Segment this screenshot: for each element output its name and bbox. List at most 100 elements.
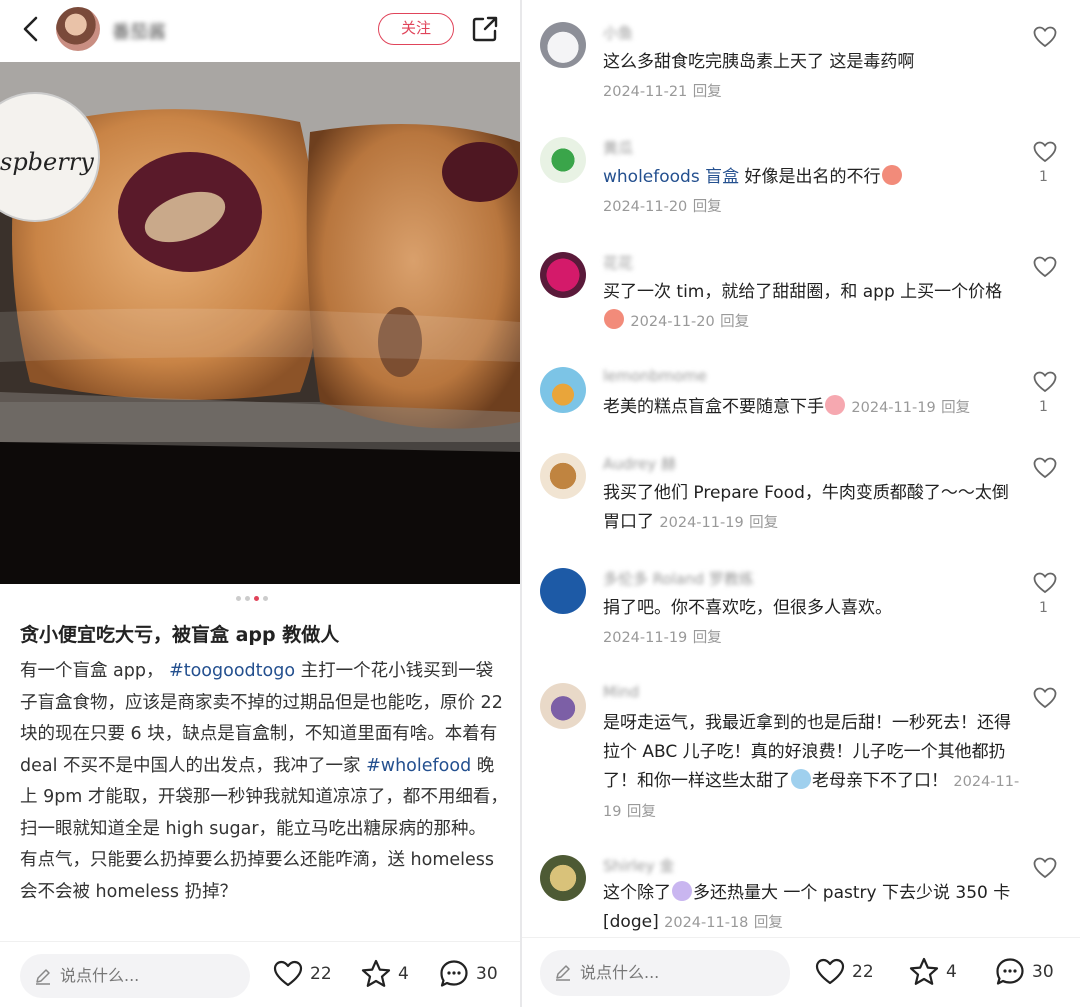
- commenter-name[interactable]: 小鱼: [603, 22, 633, 43]
- comment-date: 2024-11-20: [603, 199, 688, 215]
- comments-screen: 小鱼 这么多甜食吃完胰岛素上天了 这是毒药啊 2024-11-21 回复 黄瓜 …: [522, 0, 1080, 1007]
- like-button[interactable]: 22: [272, 958, 332, 990]
- reply-link[interactable]: 回复: [693, 84, 722, 100]
- commenter-avatar[interactable]: [540, 367, 586, 413]
- comment-text: 买了一次 tim，就给了甜甜圈，和 app 上买一个价格 2024-11-20 …: [603, 282, 1003, 330]
- comment-text: 是呀走运气，我最近拿到的也是后甜！一秒死去！还得拉个 ABC 儿子吃！真的好浪费…: [603, 713, 1020, 820]
- post-header: 番茄酱 关注: [0, 0, 520, 62]
- crying-emoji-icon: [791, 769, 811, 789]
- heart-icon[interactable]: [1032, 369, 1058, 395]
- label-sticker-text: spberry: [0, 148, 94, 176]
- comment-text: 老美的糕点盲盒不要随意下手 2024-11-19 回复: [603, 395, 971, 417]
- commenter-name[interactable]: lemonbmome: [603, 367, 707, 385]
- comment-input[interactable]: 说点什么...: [20, 954, 250, 998]
- reply-link[interactable]: 回复: [693, 630, 722, 646]
- reply-link[interactable]: 回复: [754, 915, 783, 931]
- commenter-avatar[interactable]: [540, 22, 586, 68]
- crying-emoji-icon: [825, 395, 845, 415]
- heart-icon[interactable]: [1032, 455, 1058, 481]
- pencil-icon: [556, 965, 570, 981]
- reply-link[interactable]: 回复: [693, 199, 722, 215]
- comment-item[interactable]: Shirley 金 这个除了 多还热量大 一个 pastry 下去少说 350 卡…: [522, 855, 1080, 945]
- comment-item[interactable]: Audrey 赫 我买了他们 Prepare Food，牛肉变质都酸了～～太倒胃…: [522, 453, 1080, 553]
- interaction-bar: 说点什么... 22 4 30: [522, 937, 1080, 1007]
- angry-emoji-icon: [604, 309, 624, 329]
- commenter-avatar[interactable]: [540, 855, 586, 901]
- heart-icon[interactable]: [1032, 254, 1058, 280]
- comment-bubble-icon: [996, 958, 1024, 985]
- reply-link[interactable]: 回复: [749, 515, 778, 531]
- search-tag-link[interactable]: wholefoods 盲盒: [603, 167, 739, 187]
- commenter-avatar[interactable]: [540, 568, 586, 614]
- reply-link[interactable]: 回复: [720, 314, 749, 330]
- like-button[interactable]: 22: [814, 956, 874, 988]
- comment-like-count: 1: [1039, 600, 1048, 616]
- like-count: 22: [852, 962, 874, 982]
- reply-link[interactable]: 回复: [941, 400, 970, 416]
- commenter-name[interactable]: 黄瓜: [603, 137, 633, 158]
- comment-text: 捐了吧。你不喜欢吃，但很多人喜欢。 2024-11-19 回复: [603, 598, 892, 646]
- back-arrow-icon[interactable]: [14, 12, 48, 46]
- pencil-icon: [36, 969, 50, 985]
- comment-count: 30: [1032, 962, 1054, 982]
- star-icon: [361, 959, 391, 987]
- share-icon[interactable]: [470, 14, 500, 44]
- commenter-name[interactable]: Mind: [603, 683, 639, 701]
- commenter-name[interactable]: Shirley 金: [603, 855, 674, 876]
- comment-bubble-icon: [440, 960, 468, 987]
- comment-text: wholefoods 盲盒 好像是出名的不行 2024-11-20 回复: [603, 163, 1023, 222]
- comment-item[interactable]: 多伦多 Roland 罗教练 捐了吧。你不喜欢吃，但很多人喜欢。 2024-11…: [522, 568, 1080, 668]
- comment-text: 这个除了 多还热量大 一个 pastry 下去少说 350 卡[doge] 202…: [603, 881, 1011, 932]
- commenter-avatar[interactable]: [540, 252, 586, 298]
- comment-date: 2024-11-20: [630, 314, 715, 330]
- comment-button[interactable]: 30: [438, 958, 498, 990]
- comment-placeholder: 说点什么...: [60, 966, 140, 985]
- heart-icon: [815, 958, 845, 985]
- author-name[interactable]: 番茄酱: [112, 18, 166, 44]
- reply-link[interactable]: 回复: [627, 804, 656, 820]
- heart-icon[interactable]: [1032, 685, 1058, 711]
- comment-date: 2024-11-18: [664, 915, 749, 931]
- comment-text: 这么多甜食吃完胰岛素上天了 这是毒药啊 2024-11-21 回复: [603, 52, 915, 100]
- carousel-dots: [236, 596, 268, 601]
- comment-input[interactable]: 说点什么...: [540, 950, 790, 996]
- post-title: 贪小便宜吃大亏，被盲盒 app 教做人: [20, 624, 340, 646]
- author-avatar[interactable]: [56, 7, 100, 51]
- collect-button[interactable]: 4: [360, 958, 409, 990]
- comment-item[interactable]: Mind 是呀走运气，我最近拿到的也是后甜！一秒死去！还得拉个 ABC 儿子吃！…: [522, 683, 1080, 833]
- heart-icon[interactable]: [1032, 855, 1058, 881]
- star-icon: [909, 957, 939, 985]
- like-count: 22: [310, 964, 332, 984]
- collect-button[interactable]: 4: [908, 956, 957, 988]
- heart-icon[interactable]: [1032, 139, 1058, 165]
- post-body-text: 有一个盲盒 app，: [20, 661, 170, 681]
- comment-count: 30: [476, 964, 498, 984]
- commenter-avatar[interactable]: [540, 453, 586, 499]
- commenter-avatar[interactable]: [540, 683, 586, 729]
- angry-emoji-icon: [881, 165, 902, 185]
- hashtag-link[interactable]: #wholefood: [366, 756, 471, 776]
- comment-text: 我买了他们 Prepare Food，牛肉变质都酸了～～太倒胃口了 2024-1…: [603, 483, 1009, 532]
- comment-date: 2024-11-19: [851, 400, 936, 416]
- heart-icon[interactable]: [1032, 570, 1058, 596]
- star-count: 4: [398, 964, 409, 984]
- hashtag-link[interactable]: #toogoodtogo: [169, 661, 295, 681]
- follow-button[interactable]: 关注: [378, 13, 454, 45]
- heart-icon: [273, 960, 303, 987]
- comment-placeholder: 说点什么...: [580, 963, 660, 982]
- comment-date: 2024-11-19: [603, 630, 688, 646]
- commenter-name[interactable]: 多伦多 Roland 罗教练: [603, 568, 754, 589]
- post-photo[interactable]: spberry: [0, 62, 520, 584]
- commenter-avatar[interactable]: [540, 137, 586, 183]
- commenter-name[interactable]: Audrey 赫: [603, 453, 676, 474]
- comment-item[interactable]: 花花 买了一次 tim，就给了甜甜圈，和 app 上买一个价格 2024-11-…: [522, 252, 1080, 352]
- comment-item[interactable]: 小鱼 这么多甜食吃完胰岛素上天了 这是毒药啊 2024-11-21 回复: [522, 22, 1080, 122]
- comment-item[interactable]: lemonbmome 老美的糕点盲盒不要随意下手 2024-11-19 回复 1: [522, 367, 1080, 457]
- comment-item[interactable]: 黄瓜 wholefoods 盲盒 好像是出名的不行 2024-11-20 回复 …: [522, 137, 1080, 237]
- heart-icon[interactable]: [1032, 24, 1058, 50]
- candy-emoji-icon: [672, 881, 692, 901]
- commenter-name[interactable]: 花花: [603, 252, 633, 273]
- post-body: 有一个盲盒 app， #toogoodtogo 主打一个花小钱买到一袋子盲盒食物…: [20, 656, 508, 908]
- comment-button[interactable]: 30: [994, 956, 1054, 988]
- interaction-bar: 说点什么... 22 4 30: [0, 941, 520, 1007]
